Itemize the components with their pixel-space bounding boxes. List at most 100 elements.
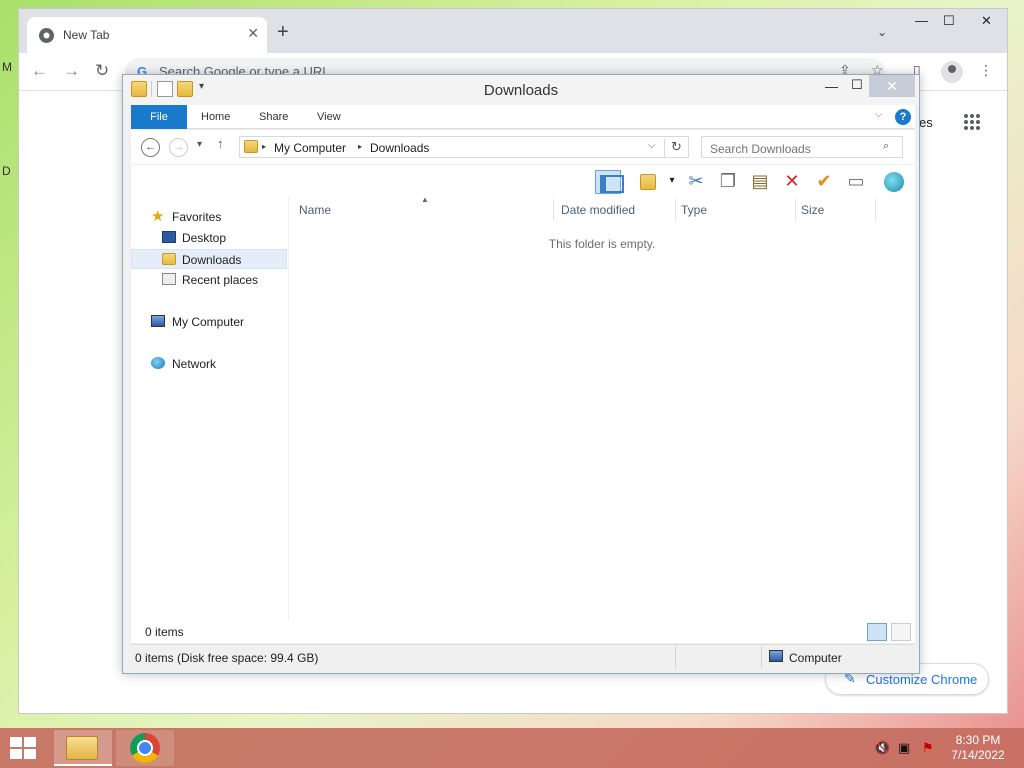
copy-icon[interactable]: ❐ — [715, 170, 741, 194]
breadcrumb-my-computer[interactable]: My Computer — [274, 141, 346, 155]
sort-caret-icon: ▲ — [421, 195, 429, 204]
desktop-edge-letter-d: D — [2, 164, 11, 178]
column-header-size[interactable]: Size — [801, 203, 824, 217]
profile-avatar-icon[interactable] — [941, 61, 963, 83]
network-tray-icon[interactable]: ▣ — [898, 740, 910, 756]
explorer-titlebar: ▾ Downloads — ☐ ✕ — [123, 75, 919, 105]
chrome-back-icon[interactable]: ← — [31, 61, 48, 81]
nav-downloads[interactable]: Downloads — [131, 249, 287, 269]
windows-logo-icon — [10, 737, 22, 747]
nav-favorites[interactable]: ★ Favorites — [131, 207, 287, 227]
column-header-name[interactable]: Name — [299, 203, 331, 217]
computer-icon — [151, 315, 165, 327]
item-count: 0 items — [145, 625, 184, 639]
breadcrumb-downloads[interactable]: Downloads — [370, 141, 429, 155]
taskbar-chrome[interactable] — [116, 730, 174, 766]
column-divider[interactable] — [675, 199, 676, 221]
star-icon: ★ — [151, 208, 165, 225]
help-icon[interactable]: ? — [895, 109, 911, 125]
chrome-tab-new-tab[interactable]: New Tab ✕ — [27, 17, 267, 53]
column-divider[interactable] — [875, 199, 876, 221]
chrome-maximize-button[interactable]: ☐ — [943, 13, 955, 29]
address-bar[interactable]: ▸ My Computer ▸ Downloads ⌵ ↻ — [239, 136, 689, 158]
ribbon-tab-home[interactable]: Home — [201, 105, 230, 129]
column-divider[interactable] — [795, 199, 796, 221]
volume-muted-icon[interactable]: 🔇 — [874, 740, 890, 756]
ribbon-tab-file[interactable]: File — [131, 105, 187, 129]
nav-network-label: Network — [172, 357, 217, 371]
rename-check-icon[interactable]: ✔ — [811, 170, 837, 194]
delete-icon[interactable]: ✕ — [779, 170, 805, 194]
windows-logo-icon — [24, 737, 36, 747]
action-center-flag-icon[interactable]: ⚑ — [922, 740, 934, 756]
nav-desktop[interactable]: Desktop — [131, 228, 287, 248]
details-view-icon[interactable] — [867, 623, 887, 641]
explorer-close-button[interactable]: ✕ — [869, 75, 915, 97]
clock-date: 7/14/2022 — [951, 748, 1005, 762]
customize-chrome-label: Customize Chrome — [866, 672, 978, 687]
chrome-minimize-button[interactable]: — — [915, 13, 928, 28]
google-apps-icon[interactable] — [963, 113, 981, 131]
paste-icon[interactable]: ▤ — [747, 170, 773, 194]
explorer-title: Downloads — [483, 82, 559, 99]
windows-logo-icon — [10, 749, 22, 759]
layout-pane-icon[interactable] — [595, 170, 624, 194]
tab-search-chevron-icon[interactable]: ⌄ — [877, 25, 887, 39]
search-icon: ⌕ — [883, 140, 890, 152]
address-dropdown-icon[interactable]: ⌵ — [648, 140, 656, 151]
tab-close-icon[interactable]: ✕ — [247, 25, 259, 42]
chrome-menu-icon[interactable]: ⋮ — [979, 62, 993, 79]
globe-icon[interactable] — [881, 170, 907, 194]
chrome-forward-icon[interactable]: → — [63, 61, 80, 81]
explorer-forward-button[interactable]: → — [169, 138, 188, 157]
nav-downloads-label: Downloads — [182, 253, 242, 267]
taskbar-file-explorer[interactable] — [54, 730, 112, 766]
desktop-edge-letter-m: M — [2, 60, 12, 74]
nav-network[interactable]: Network — [131, 354, 287, 374]
file-explorer-icon — [66, 736, 98, 760]
ribbon-expand-chevron-icon[interactable]: ⌵ — [875, 109, 883, 120]
chrome-close-button[interactable]: ✕ — [981, 13, 992, 29]
breadcrumb-separator[interactable]: ▸ — [358, 142, 362, 151]
ribbon-tab-view[interactable]: View — [317, 105, 341, 129]
recent-locations-dropdown-icon[interactable]: ▾ — [197, 139, 202, 150]
refresh-icon[interactable]: ↻ — [664, 139, 688, 157]
explorer-minimize-button[interactable]: — — [825, 79, 838, 94]
select-folder-icon[interactable] — [635, 170, 661, 194]
start-button[interactable] — [10, 737, 38, 761]
computer-icon — [769, 650, 783, 662]
breadcrumb-separator[interactable]: ▸ — [262, 142, 266, 151]
ntp-images-link[interactable]: es — [919, 115, 933, 130]
windows-logo-icon — [24, 749, 36, 759]
network-icon — [151, 357, 165, 369]
taskbar-clock[interactable]: 8:30 PM 7/14/2022 — [948, 733, 1008, 763]
select-dropdown-icon[interactable]: ▾ — [659, 170, 685, 194]
address-folder-icon — [244, 140, 258, 153]
chrome-icon — [130, 733, 160, 763]
items-status-bar: 0 items — [131, 621, 915, 643]
up-level-button[interactable]: ↑ — [217, 136, 224, 151]
explorer-maximize-button[interactable]: ☐ — [851, 77, 863, 93]
command-bar: ▾ ✂ ❐ ▤ ✕ ✔ ▭ — [131, 165, 915, 197]
chrome-reload-icon[interactable]: ↻ — [95, 61, 109, 81]
column-header-type[interactable]: Type — [681, 203, 707, 217]
ribbon-tabs: File Home Share View ⌵ ? — [131, 105, 915, 129]
clock-time: 8:30 PM — [955, 733, 1001, 747]
column-divider[interactable] — [553, 199, 554, 221]
explorer-back-button[interactable]: ← — [141, 138, 160, 157]
desktop-monitor-icon — [162, 231, 176, 243]
navigation-pane: ★ Favorites Desktop Downloads Recent pla… — [131, 197, 289, 641]
cut-icon[interactable]: ✂ — [683, 170, 709, 194]
nav-my-computer[interactable]: My Computer — [131, 312, 287, 332]
column-header-date-modified[interactable]: Date modified — [561, 203, 635, 217]
search-input[interactable] — [701, 136, 903, 158]
nav-recent-places[interactable]: Recent places — [131, 270, 287, 290]
large-icons-view-icon[interactable] — [891, 623, 911, 641]
nav-desktop-label: Desktop — [182, 231, 227, 245]
nav-my-computer-label: My Computer — [172, 315, 245, 329]
address-row: ← → ▾ ↑ ▸ My Computer ▸ Downloads ⌵ ↻ ⌕ — [131, 130, 915, 164]
details-status-bar: 0 items (Disk free space: 99.4 GB) Compu… — [131, 644, 915, 669]
new-tab-button[interactable]: + — [277, 22, 289, 42]
properties-icon[interactable]: ▭ — [843, 170, 869, 194]
ribbon-tab-share[interactable]: Share — [259, 105, 288, 129]
